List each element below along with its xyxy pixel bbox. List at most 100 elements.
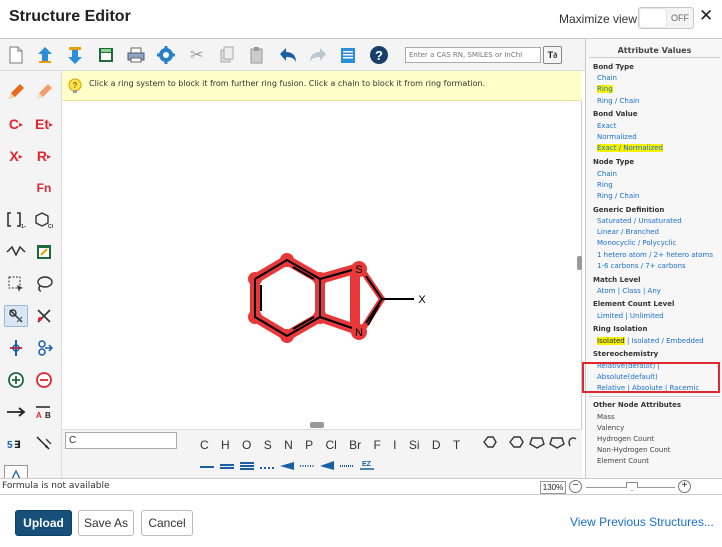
node-type-ring-chain[interactable]: Ring / Chain <box>597 192 640 200</box>
lasso-select-icon[interactable] <box>32 273 56 295</box>
other-node-mass[interactable]: Mass <box>597 413 615 421</box>
zoom-plus-icon[interactable]: + <box>678 480 691 493</box>
bond-type-ring[interactable]: Ring <box>597 85 613 93</box>
undo-icon[interactable] <box>277 44 299 66</box>
zoom-slider-thumb[interactable] <box>626 482 638 491</box>
atom-button[interactable]: Si <box>409 438 420 452</box>
reaction-arrow-icon[interactable] <box>4 401 28 423</box>
ring-isolation-options[interactable]: Isolated | Isolated / Embedded <box>597 337 704 345</box>
other-node-valency[interactable]: Valency <box>597 424 624 432</box>
delete-bond-icon[interactable] <box>32 305 56 327</box>
clipboard-icon[interactable] <box>337 44 359 66</box>
view-previous-structures-link[interactable]: View Previous Structures... <box>570 515 714 529</box>
atom-button[interactable]: Br <box>349 438 361 452</box>
stereo-bond-icon[interactable] <box>4 337 28 359</box>
ring-query-icon[interactable]: Cl <box>32 209 56 231</box>
generic-carbons[interactable]: 1-6 carbons / 7+ carbons <box>597 262 686 270</box>
triple-bond-icon[interactable] <box>240 462 254 470</box>
x-variable-tool[interactable]: X ▸ <box>4 145 28 167</box>
ring-menu-icon[interactable] <box>568 437 577 447</box>
export-icon[interactable] <box>64 44 86 66</box>
reaction-mapping-icon[interactable]: AB <box>32 401 56 423</box>
ring-isolation-selected[interactable]: Isolated <box>597 337 625 345</box>
carbon-tool[interactable]: C ▸ <box>4 113 28 135</box>
node-type-ring[interactable]: Ring <box>597 181 613 189</box>
import-icon[interactable] <box>34 44 56 66</box>
cyclohexane-ring-icon[interactable] <box>483 436 497 448</box>
save-as-button[interactable]: Save As <box>78 510 134 536</box>
bond-value-normalized[interactable]: Normalized <box>597 133 637 141</box>
other-node-hydrogen-count[interactable]: Hydrogen Count <box>597 435 654 443</box>
upload-button[interactable]: Upload <box>15 510 72 536</box>
chain-icon[interactable] <box>4 241 28 263</box>
atom-input[interactable]: C <box>65 432 177 449</box>
bond-value-exact-normalized[interactable]: Exact / Normalized <box>597 144 663 152</box>
cyclopentane-ring-icon[interactable] <box>529 437 545 449</box>
atom-button[interactable]: P <box>305 438 313 452</box>
atom-button[interactable]: D <box>432 438 441 452</box>
help-icon[interactable]: ? <box>368 44 390 66</box>
cut-icon[interactable]: ✂ <box>186 44 208 66</box>
bond-value-exact[interactable]: Exact <box>597 122 616 130</box>
atom-button[interactable]: I <box>393 438 396 452</box>
generic-saturation[interactable]: Saturated / Unsaturated <box>597 217 682 225</box>
bold-wedge-bond-icon[interactable] <box>320 461 334 470</box>
ez-bond-label[interactable]: EZ <box>362 461 372 468</box>
cyclopentene-ring-icon[interactable] <box>549 437 565 449</box>
paste-icon[interactable] <box>246 44 268 66</box>
zoom-minus-icon[interactable]: − <box>569 480 582 493</box>
generic-cyclicity[interactable]: Monocyclic / Polycyclic <box>597 239 676 247</box>
ethyl-tool[interactable]: Et ▸ <box>32 113 56 135</box>
svg-text:?: ? <box>375 48 383 63</box>
toggle-state-label: OFF <box>671 13 689 23</box>
zoom-level[interactable]: 130% <box>540 481 566 494</box>
benzene-ring-icon[interactable] <box>509 436 524 448</box>
bond-type-chain[interactable]: Chain <box>597 74 617 82</box>
print-icon[interactable] <box>125 44 147 66</box>
node-type-chain[interactable]: Chain <box>597 170 617 178</box>
pencil-icon[interactable] <box>4 81 28 103</box>
atom-button[interactable]: H <box>221 438 230 452</box>
rectangle-select-icon[interactable] <box>4 273 28 295</box>
double-bond-icon[interactable] <box>220 464 234 469</box>
close-icon[interactable]: ✕ <box>699 6 713 26</box>
element-count-options[interactable]: Limited | Unlimited <box>597 312 664 320</box>
other-node-element-count[interactable]: Element Count <box>597 457 649 465</box>
cancel-button[interactable]: Cancel <box>141 510 193 536</box>
atom-button[interactable]: F <box>373 438 380 452</box>
drawing-canvas[interactable]: S N X <box>62 101 582 429</box>
cas-smiles-search-input[interactable] <box>405 47 541 63</box>
bond-type-ring-chain[interactable]: Ring / Chain <box>597 97 640 105</box>
redo-icon[interactable] <box>307 44 329 66</box>
maximize-view-toggle[interactable]: OFF <box>638 7 694 29</box>
atom-button[interactable]: Cl <box>325 438 336 452</box>
connection-icon[interactable] <box>32 337 56 359</box>
horizontal-scrollbar[interactable] <box>310 422 324 428</box>
match-level-options[interactable]: Atom | Class | Any <box>597 287 661 295</box>
bracket-icon[interactable]: 1-4 <box>4 209 28 231</box>
template-icon[interactable] <box>95 44 117 66</box>
search-submit-button[interactable]: Tð <box>543 46 562 64</box>
other-node-non-hydrogen-count[interactable]: Non-Hydrogen Count <box>597 446 671 454</box>
atom-button[interactable]: N <box>284 438 293 452</box>
atom-map-icon[interactable]: 5 ∃ <box>4 433 28 455</box>
copy-icon[interactable] <box>216 44 238 66</box>
r-group-tool[interactable]: R ▸ <box>32 145 56 167</box>
settings-icon[interactable] <box>155 44 177 66</box>
generic-hetero-atoms[interactable]: 1 hetero atom / 2+ hetero atoms <box>597 251 713 259</box>
eraser-pencil-icon[interactable] <box>32 81 56 103</box>
atom-button[interactable]: T <box>453 438 460 452</box>
zoom-out-icon[interactable] <box>32 369 56 391</box>
new-document-icon[interactable] <box>5 44 27 66</box>
vertical-scrollbar[interactable] <box>577 256 582 270</box>
template-library-icon[interactable] <box>32 241 56 263</box>
wedge-bond-icon[interactable] <box>280 462 294 470</box>
atom-button[interactable]: C <box>200 438 209 452</box>
generic-linearity[interactable]: Linear / Branched <box>597 228 659 236</box>
ring-isolation-tool-icon[interactable] <box>4 305 28 327</box>
atom-button[interactable]: S <box>264 438 272 452</box>
zoom-in-icon[interactable] <box>4 369 28 391</box>
atom-button[interactable]: O <box>242 438 251 452</box>
arrow-cross-icon[interactable] <box>32 433 56 455</box>
function-tool[interactable]: Fn <box>32 177 56 199</box>
